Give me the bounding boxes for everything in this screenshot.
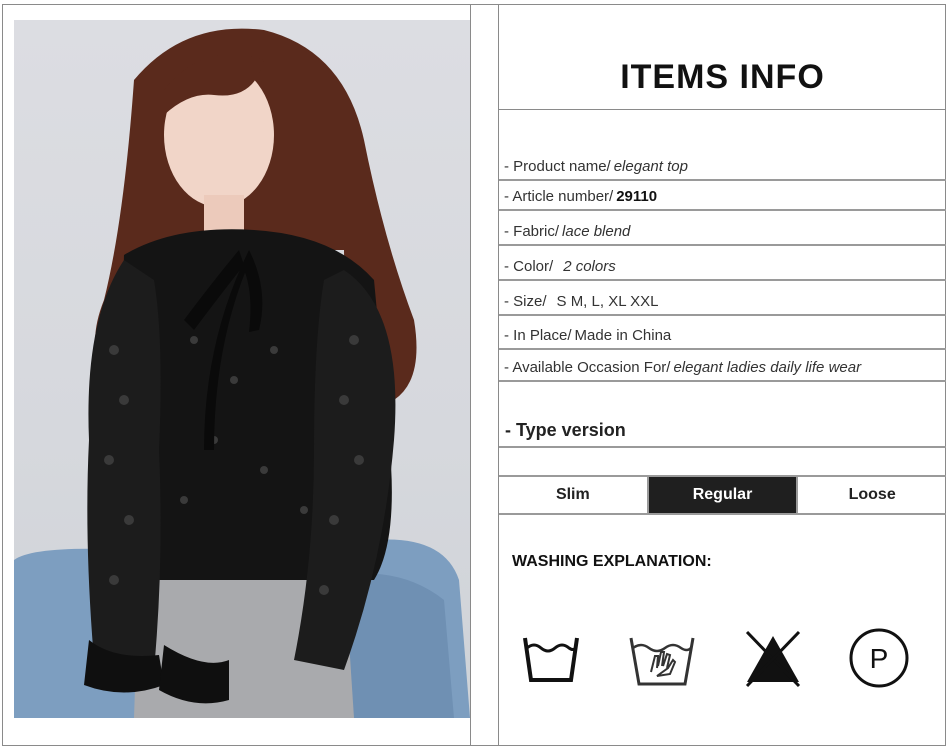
spec-row-article-number: - Article number/ 29110 — [499, 181, 946, 211]
spec-label: - Available Occasion For/ — [504, 359, 671, 376]
spec-value: 2 colors — [563, 258, 616, 275]
spec-row-product-name: - Product name/ elegant top — [499, 151, 946, 181]
fit-option-regular[interactable]: Regular — [646, 477, 799, 513]
title-box: ITEMS INFO — [499, 4, 946, 110]
spec-value: S M, L, XL XXL — [556, 293, 659, 310]
dry-clean-p-icon: P — [849, 628, 909, 688]
hand-wash-icon — [629, 637, 695, 686]
product-photo-panel — [2, 4, 471, 746]
spec-label: - In Place/ — [504, 327, 572, 344]
spec-value: elegant ladies daily life wear — [673, 359, 862, 376]
spec-value: 29110 — [616, 188, 658, 205]
items-info-panel: ITEMS INFO - Product name/ elegant top -… — [499, 4, 946, 746]
do-not-bleach-icon — [745, 630, 801, 688]
spec-value: lace blend — [562, 223, 631, 240]
fit-option-loose[interactable]: Loose — [798, 477, 946, 513]
fit-option-slim[interactable]: Slim — [499, 477, 647, 513]
fit-selector: Slim Regular Loose — [499, 475, 946, 515]
care-symbol-letter: P — [870, 643, 889, 674]
spec-row-size: - Size/ S M, L, XL XXL — [499, 281, 946, 316]
spec-row-fabric: - Fabric/ lace blend — [499, 211, 946, 246]
care-icons: P — [499, 614, 946, 704]
spec-label: - Size/ — [504, 293, 547, 310]
spec-row-color: - Color/ 2 colors — [499, 246, 946, 281]
spec-value: elegant top — [613, 158, 688, 175]
machine-wash-icon — [523, 637, 579, 682]
spec-value: Made in China — [574, 327, 672, 344]
model-illustration — [14, 28, 470, 718]
product-photo — [14, 20, 470, 718]
spec-label: - Product name/ — [504, 158, 611, 175]
spec-label: - Article number/ — [504, 188, 614, 205]
spec-row-occasion: - Available Occasion For/ elegant ladies… — [499, 350, 946, 382]
spec-row-origin: - In Place/ Made in China — [499, 316, 946, 350]
spec-label: - Color/ — [504, 258, 554, 275]
washing-title: WASHING EXPLANATION: — [512, 553, 712, 570]
spec-label: - Fabric/ — [504, 223, 560, 240]
page-title: ITEMS INFO — [620, 58, 825, 96]
type-version-heading: - Type version — [499, 414, 946, 448]
